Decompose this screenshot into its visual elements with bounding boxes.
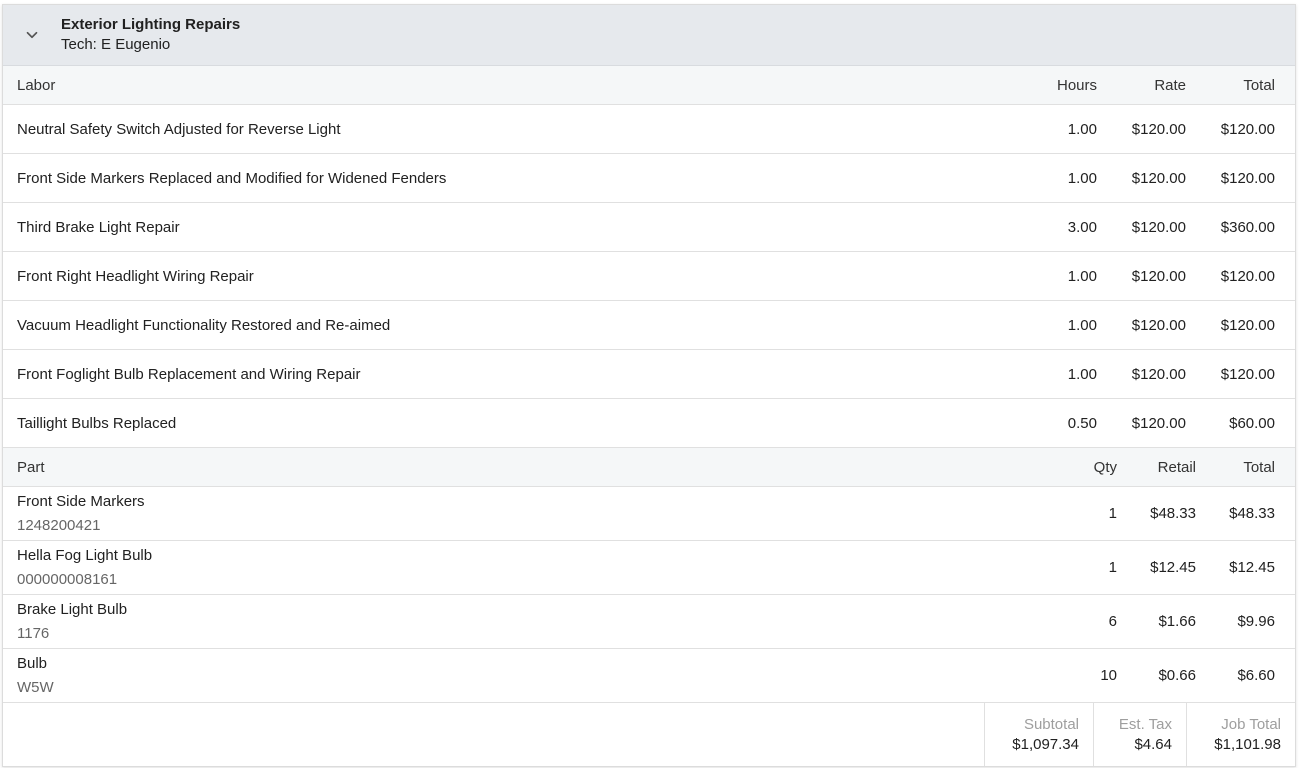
labor-description: Front Foglight Bulb Replacement and Wiri… [17,365,361,383]
labor-row[interactable]: Front Right Headlight Wiring Repair 1.00… [3,252,1295,301]
labor-rate: $120.00 [1131,414,1186,432]
labor-description: Taillight Bulbs Replaced [17,414,177,432]
parts-rows: Front Side Markers 1248200421 1 $48.33 $… [3,487,1295,703]
part-total: $6.60 [1237,667,1275,684]
subtotal-label: Subtotal [1023,716,1079,733]
part-name: Brake Light Bulb [17,600,128,618]
part-total: $48.33 [1229,505,1275,522]
part-retail: $48.33 [1150,505,1196,522]
tax-value: $4.64 [1134,736,1172,753]
part-name: Bulb [17,654,48,672]
labor-total: $120.00 [1220,267,1275,285]
labor-hours: 1.00 [1067,169,1097,187]
labor-rate: $120.00 [1131,218,1186,236]
part-qty: 1 [1108,559,1117,576]
job-title: Exterior Lighting Repairs [61,16,241,33]
labor-total-column-header: Total [1243,76,1275,94]
labor-rate: $120.00 [1131,316,1186,334]
job-header[interactable]: Exterior Lighting Repairs Tech: E Eugeni… [3,5,1295,66]
labor-total: $120.00 [1220,365,1275,383]
part-number: 1176 [17,624,50,642]
labor-row[interactable]: Front Side Markers Replaced and Modified… [3,154,1295,203]
labor-rate: $120.00 [1131,169,1186,187]
part-name: Hella Fog Light Bulb [17,546,153,564]
subtotal-cell: Subtotal $1,097.34 [984,703,1093,766]
labor-total: $120.00 [1220,120,1275,138]
labor-hours: 1.00 [1067,365,1097,383]
tax-label: Est. Tax [1118,716,1172,733]
tax-cell: Est. Tax $4.64 [1093,703,1186,766]
job-total-cell: Job Total $1,101.98 [1186,703,1295,766]
labor-hours: 1.00 [1067,267,1097,285]
labor-rate: $120.00 [1131,365,1186,383]
part-row[interactable]: Hella Fog Light Bulb 000000008161 1 $12.… [3,541,1295,595]
labor-total: $120.00 [1220,169,1275,187]
part-name: Front Side Markers [17,492,145,510]
rate-column-header: Rate [1154,76,1186,94]
labor-hours: 1.00 [1067,316,1097,334]
labor-column-header: Labor [17,76,56,94]
labor-row[interactable]: Neutral Safety Switch Adjusted for Rever… [3,105,1295,154]
retail-column-header: Retail [1157,458,1196,476]
part-row[interactable]: Bulb W5W 10 $0.66 $6.60 [3,649,1295,703]
part-number: W5W [17,678,54,696]
chevron-down-icon[interactable] [3,5,61,65]
part-total: $9.96 [1237,613,1275,630]
labor-row[interactable]: Vacuum Headlight Functionality Restored … [3,301,1295,350]
totals-footer: Subtotal $1,097.34 Est. Tax $4.64 Job To… [3,703,1295,766]
labor-rows: Neutral Safety Switch Adjusted for Rever… [3,105,1295,448]
job-total-label: Job Total [1221,716,1281,733]
labor-row[interactable]: Front Foglight Bulb Replacement and Wiri… [3,350,1295,399]
part-number: 1248200421 [17,516,101,534]
job-card: Exterior Lighting Repairs Tech: E Eugeni… [2,4,1296,767]
part-total: $12.45 [1229,559,1275,576]
part-column-header: Part [17,458,45,476]
labor-rate: $120.00 [1131,267,1186,285]
hours-column-header: Hours [1056,76,1097,94]
qty-column-header: Qty [1093,458,1117,476]
labor-row[interactable]: Third Brake Light Repair 3.00 $120.00 $3… [3,203,1295,252]
labor-hours: 0.50 [1067,414,1097,432]
labor-rate: $120.00 [1131,120,1186,138]
labor-total: $120.00 [1220,316,1275,334]
labor-description: Front Side Markers Replaced and Modified… [17,169,447,187]
part-qty: 6 [1108,613,1117,630]
parts-header-row: Part Qty Retail Total [3,448,1295,487]
part-number: 000000008161 [17,570,118,588]
labor-hours: 1.00 [1067,120,1097,138]
part-retail: $12.45 [1150,559,1196,576]
job-total-value: $1,101.98 [1214,736,1281,753]
part-row[interactable]: Front Side Markers 1248200421 1 $48.33 $… [3,487,1295,541]
job-tech: Tech: E Eugenio [61,36,171,53]
labor-description: Neutral Safety Switch Adjusted for Rever… [17,120,341,138]
labor-description: Third Brake Light Repair [17,218,180,236]
labor-description: Front Right Headlight Wiring Repair [17,267,254,285]
part-qty: 10 [1100,667,1117,684]
labor-row[interactable]: Taillight Bulbs Replaced 0.50 $120.00 $6… [3,399,1295,448]
part-row[interactable]: Brake Light Bulb 1176 6 $1.66 $9.96 [3,595,1295,649]
labor-description: Vacuum Headlight Functionality Restored … [17,316,391,334]
subtotal-value: $1,097.34 [1012,736,1079,753]
labor-hours: 3.00 [1067,218,1097,236]
part-retail: $1.66 [1158,613,1196,630]
part-retail: $0.66 [1158,667,1196,684]
labor-total: $360.00 [1220,218,1275,236]
part-qty: 1 [1108,505,1117,522]
labor-header-row: Labor Hours Rate Total [3,66,1295,105]
labor-total: $60.00 [1229,414,1275,432]
part-total-column-header: Total [1243,458,1275,476]
